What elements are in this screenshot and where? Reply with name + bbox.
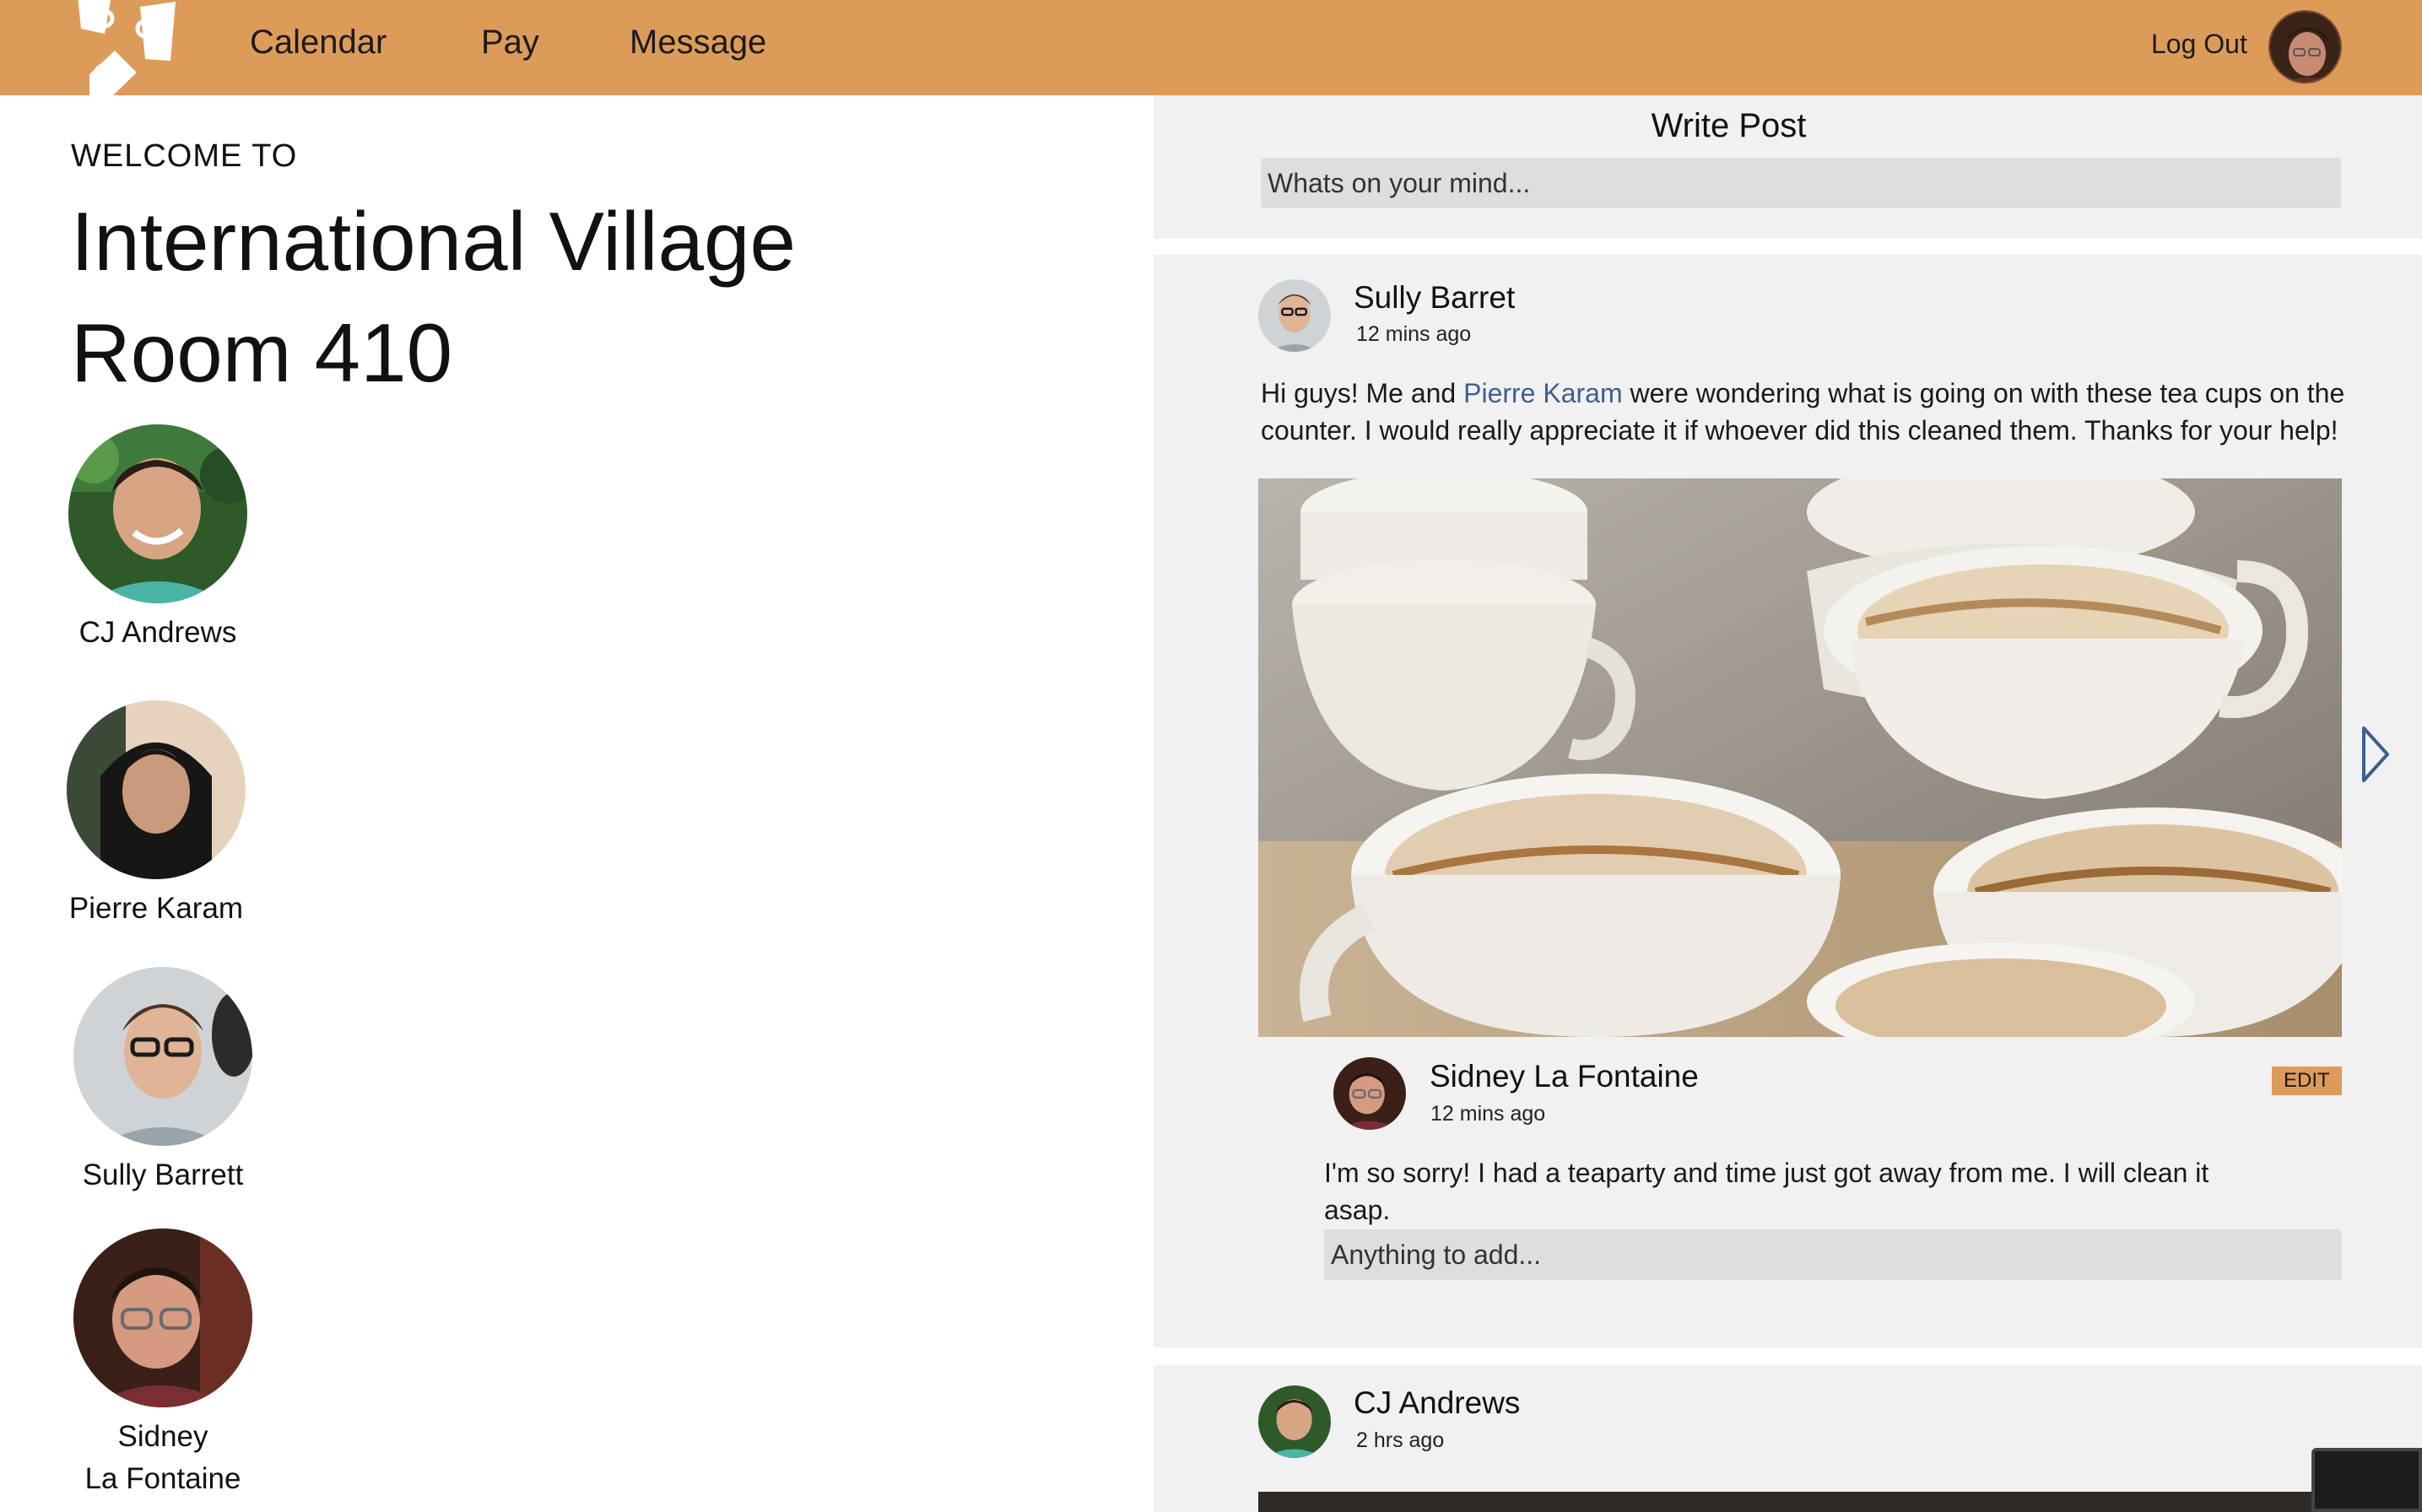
member-avatar[interactable] <box>73 967 252 1146</box>
post-author-avatar[interactable] <box>1258 1385 1331 1458</box>
nav-message-link[interactable]: Message <box>630 24 766 62</box>
nav-calendar-link[interactable]: Calendar <box>250 24 387 62</box>
member-card-cj-andrews[interactable]: CJ Andrews <box>48 424 268 654</box>
comment-author-name[interactable]: Sidney La Fontaine <box>1430 1059 1699 1094</box>
write-post-title: Write Post <box>1651 107 1807 144</box>
post-card: CJ Andrews 2 hrs ago <box>1154 1365 2422 1512</box>
logout-button[interactable]: Log Out <box>2151 29 2247 60</box>
current-user-avatar[interactable] <box>2268 10 2342 84</box>
top-navigation-bar: Calendar Pay Message Log Out <box>0 0 2422 95</box>
write-post-card: Write Post <box>1154 95 2422 239</box>
edit-comment-button[interactable]: EDIT <box>2272 1066 2342 1095</box>
post-timestamp: 12 mins ago <box>1356 322 1472 346</box>
post-author-name[interactable]: Sully Barret <box>1354 280 1515 316</box>
post-author-avatar[interactable] <box>1258 279 1331 352</box>
member-card-sidney-la-fontaine[interactable]: Sidney La Fontaine <box>53 1228 273 1500</box>
post-author-name[interactable]: CJ Andrews <box>1354 1385 1520 1421</box>
member-name-line-1: Sidney <box>117 1420 208 1453</box>
comment-author-avatar[interactable] <box>1333 1057 1406 1130</box>
device-thumbnail <box>2311 1448 2422 1512</box>
member-name: Pierre Karam <box>68 892 244 925</box>
post-card: Sully Barret 12 mins ago Hi guys! Me and… <box>1154 255 2422 1347</box>
post-image-tea-cups[interactable] <box>1258 478 2342 1037</box>
mention-link[interactable]: Pierre Karam <box>1463 378 1623 408</box>
room-title-line-2: Room 410 <box>71 306 453 399</box>
member-avatar[interactable] <box>73 1228 252 1407</box>
room-title-line-1: International Village <box>71 195 797 288</box>
post-body: Hi guys! Me and Pierre Karam were wonder… <box>1261 375 2349 449</box>
comment-timestamp: 12 mins ago <box>1430 1102 1546 1126</box>
post-timestamp: 2 hrs ago <box>1356 1428 1445 1452</box>
post-feed: Write Post Sully Barret 12 mins ago Hi g… <box>1154 95 2422 1512</box>
comment-body: I'm so sorry! I had a teaparty and time … <box>1324 1158 2209 1225</box>
member-name: Sully Barrett <box>82 1158 244 1191</box>
next-image-arrow-icon[interactable] <box>2359 725 2392 787</box>
app-logo-icon[interactable] <box>71 0 181 95</box>
member-avatar[interactable] <box>68 424 247 603</box>
member-card-pierre-karam[interactable]: Pierre Karam <box>46 700 266 930</box>
member-card-sully-barrett[interactable]: Sully Barrett <box>53 967 273 1196</box>
post-text-before: Hi guys! Me and <box>1261 378 1464 408</box>
member-name-line-2: La Fontaine <box>84 1462 241 1495</box>
room-title: International Village Room 410 <box>71 186 1084 408</box>
nav-pay-link[interactable]: Pay <box>481 24 539 62</box>
write-post-input[interactable] <box>1261 158 2341 208</box>
reply-input[interactable] <box>1324 1229 2342 1280</box>
member-avatar[interactable] <box>67 700 246 879</box>
welcome-label: WELCOME TO <box>71 138 298 174</box>
member-name: CJ Andrews <box>78 616 237 649</box>
post-image[interactable] <box>1258 1492 2342 1512</box>
member-name: Sidney La Fontaine <box>53 1416 273 1500</box>
